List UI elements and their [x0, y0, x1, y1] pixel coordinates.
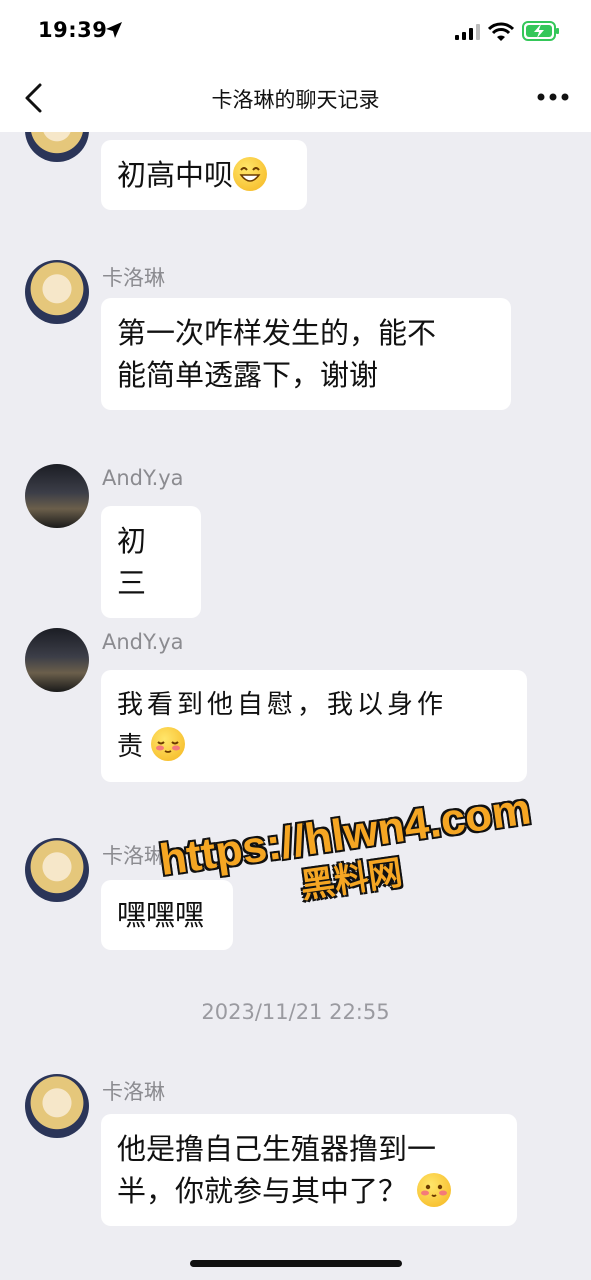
message-bubble[interactable]: 初三	[101, 506, 201, 618]
chat-history[interactable]: 初高中呗 卡洛琳 第一次咋样发生的，能不 能简单透露下，谢谢 AndY.ya 初…	[0, 132, 591, 1280]
message-bubble[interactable]: 我看到他自慰，我以身作 责	[101, 670, 527, 782]
sender-name: 卡洛琳	[102, 1080, 165, 1104]
girl-avatar[interactable]	[25, 838, 89, 902]
cellular-signal-icon	[455, 24, 480, 40]
shy-emoji	[151, 727, 186, 761]
message-line: 第一次咋样发生的，能不	[117, 316, 437, 350]
girl-avatar[interactable]	[25, 132, 89, 162]
message-text: 初高中呗	[117, 158, 234, 192]
page-title: 卡洛琳的聊天记录	[211, 88, 380, 112]
message-bubble[interactable]: 他是撸自己生殖器撸到一 半，你就参与其中了？	[101, 1114, 517, 1226]
message-bubble[interactable]: 初高中呗	[101, 140, 307, 210]
status-bar: 19:39	[0, 0, 591, 62]
nav-bar: 卡洛琳的聊天记录	[0, 62, 591, 132]
message-line: 能简单透露下，谢谢	[117, 358, 379, 392]
message-text: 初三	[117, 524, 153, 600]
message-line: 责	[117, 726, 511, 768]
city-avatar[interactable]	[25, 464, 89, 528]
location-arrow-icon	[106, 22, 122, 38]
girl-avatar[interactable]	[25, 260, 89, 324]
status-time: 19:39	[38, 18, 108, 42]
wifi-icon	[488, 22, 514, 41]
more-dots-icon[interactable]	[537, 91, 569, 103]
message-bubble[interactable]: 第一次咋样发生的，能不 能简单透露下，谢谢	[101, 298, 511, 410]
sender-name: 卡洛琳	[102, 266, 165, 290]
sender-name: AndY.ya	[102, 466, 184, 490]
chat-timestamp: 2023/11/21 22:55	[201, 1000, 390, 1024]
message-line: 半，你就参与其中了？	[117, 1170, 501, 1212]
blush-emoji	[417, 1173, 452, 1207]
girl-avatar[interactable]	[25, 1074, 89, 1138]
message-line: 我看到他自慰，我以身作	[117, 690, 448, 720]
home-indicator[interactable]	[190, 1260, 402, 1267]
sender-name: AndY.ya	[102, 630, 184, 654]
battery-charging-icon	[522, 21, 559, 41]
city-avatar[interactable]	[25, 628, 89, 692]
message-line: 他是撸自己生殖器撸到一	[117, 1132, 437, 1166]
grinning-emoji	[233, 157, 268, 191]
